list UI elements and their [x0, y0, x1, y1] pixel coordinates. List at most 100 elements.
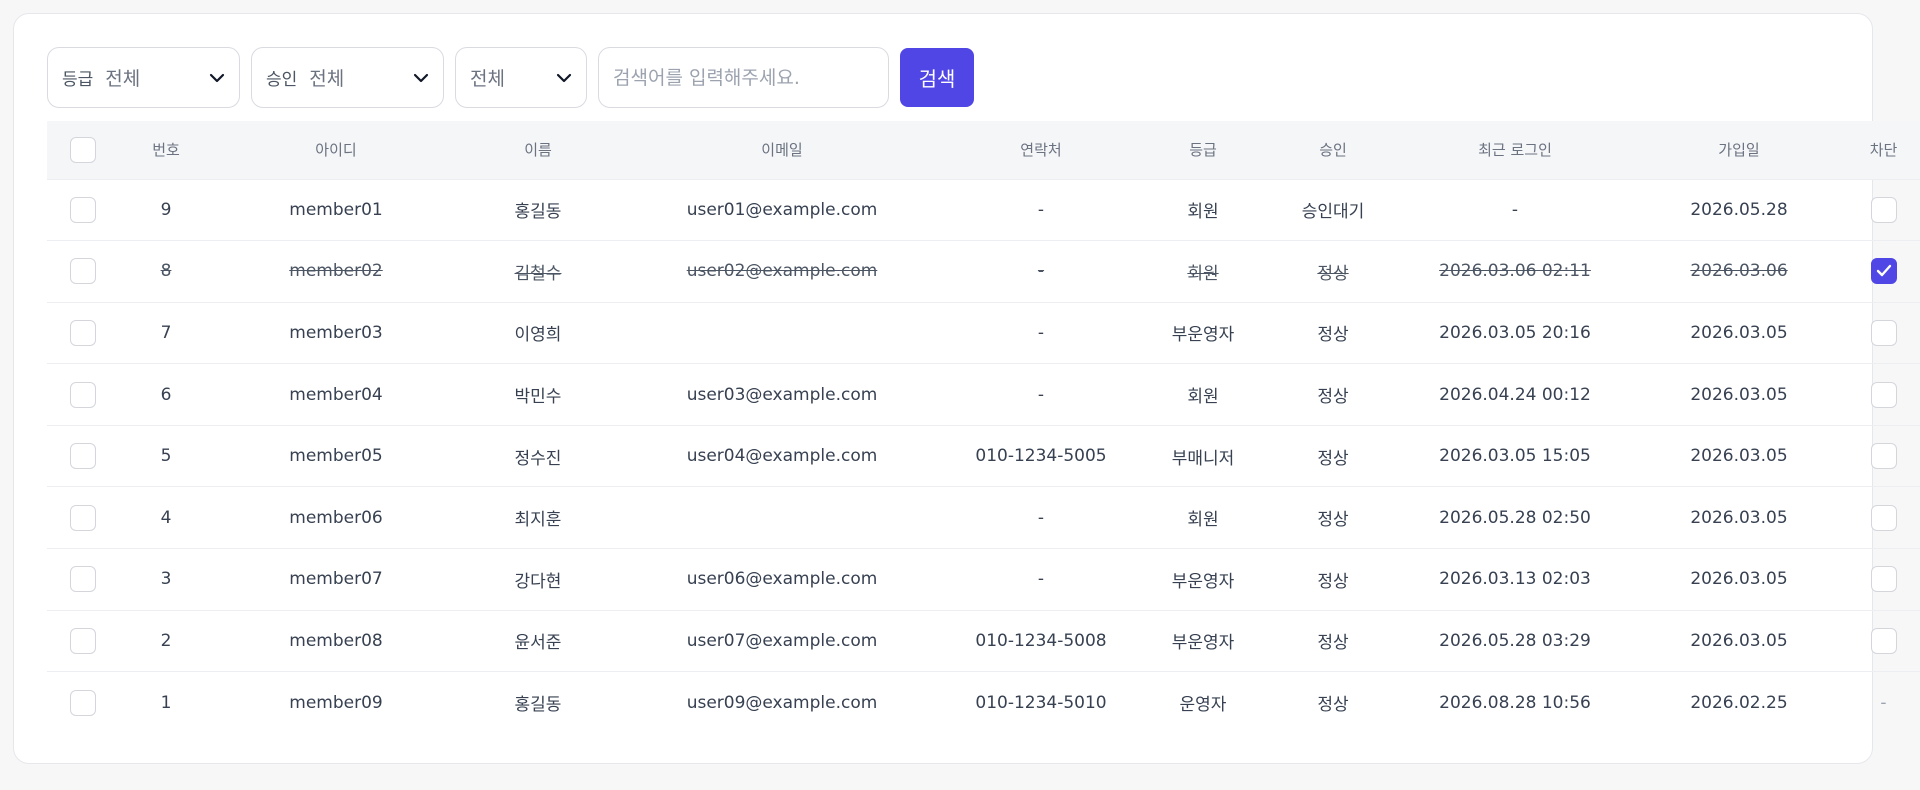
row-select-cell	[47, 179, 119, 242]
row-select-checkbox[interactable]	[70, 443, 96, 470]
cell-grade: 부매니저	[1135, 425, 1271, 488]
cell-last-login: 2026.03.13 02:03	[1395, 548, 1635, 611]
block-checkbox[interactable]	[1870, 258, 1897, 285]
cell-approval: 정상	[1271, 240, 1395, 303]
table-body: 9 member01 홍길동 user01@example.com - 회원 승인대기 -20…	[47, 179, 1920, 733]
cell-phone: -	[947, 363, 1135, 426]
table-row[interactable]: 8 member02 김철수 user02@example.com - 회원 정상 2026.…	[47, 240, 1920, 303]
select-all-checkbox[interactable]	[70, 136, 96, 163]
block-unavailable: -	[1880, 692, 1887, 713]
row-select-checkbox[interactable]	[70, 196, 96, 223]
cell-email: user06@example.com	[617, 548, 947, 611]
row-select-checkbox[interactable]	[70, 258, 96, 285]
cell-id: member07	[213, 548, 459, 611]
header-approval[interactable]: 승인	[1271, 121, 1395, 180]
row-select-cell	[47, 486, 119, 550]
header-name[interactable]: 이름	[459, 121, 617, 180]
header-email[interactable]: 이메일	[617, 121, 947, 180]
cell-approval: 정상	[1271, 548, 1395, 611]
member-table: 번호 아이디 이름 이메일 연락처 등급 승인 최근 로그인 가입일 차단 9m…	[47, 121, 1920, 733]
cell-phone: 010-1234-5008	[947, 610, 1135, 673]
block-checkbox[interactable]	[1870, 381, 1897, 408]
block-checkbox[interactable]	[1870, 196, 1897, 223]
cell-grade: 회원	[1135, 179, 1271, 242]
cell-block	[1843, 240, 1920, 303]
row-select-checkbox[interactable]	[70, 504, 96, 531]
cell-phone: -	[947, 548, 1135, 611]
block-checkbox[interactable]	[1870, 319, 1897, 346]
cell-email	[617, 486, 947, 550]
grade-select-label: 등급	[62, 70, 94, 90]
table-row[interactable]: 5 member05 정수진 user04@example.com 010-1234-5…	[47, 425, 1920, 488]
cell-phone: -	[947, 486, 1135, 550]
cell-email: user03@example.com	[617, 363, 947, 426]
check-icon	[1876, 265, 1891, 277]
table-row[interactable]: 3 member07 강다현 user06@example.com - 부운영자 정상 202…	[47, 548, 1920, 611]
row-select-checkbox[interactable]	[70, 319, 96, 346]
cell-joined: 2026.03.05	[1635, 486, 1843, 550]
table-row[interactable]: 9 member01 홍길동 user01@example.com - 회원 승인대기 -20…	[47, 179, 1920, 242]
table-row[interactable]: 4 member06 최지훈 - 회원 정상 2026.05.28 02:50 2026.03…	[47, 486, 1920, 550]
table-row[interactable]: 7 member03 이영희 - 부운영자 정상 2026.03.05 20:16 2026.…	[47, 302, 1920, 365]
header-last-login[interactable]: 최근 로그인	[1395, 121, 1635, 180]
cell-last-login: 2026.03.06 02:11	[1395, 240, 1635, 303]
cell-no: 1	[160, 692, 172, 713]
member-list-card: 등급 전체 승인 전체 전체 검색어를 입력해주세요. 검색 번호 아이디 이름…	[13, 13, 1920, 764]
cell-approval: 정상	[1317, 695, 1349, 716]
cell-email: user04@example.com	[617, 425, 947, 488]
cell-last-login: 2026.05.28 02:50	[1395, 486, 1635, 550]
cell-last-login: 2026.08.28 10:56	[1439, 692, 1591, 713]
cell-id: member04	[213, 363, 459, 426]
search-button[interactable]: 검색	[900, 48, 974, 107]
status-select[interactable]: 전체	[455, 47, 587, 108]
block-checkbox[interactable]	[1870, 443, 1897, 470]
cell-joined: 2026.03.06	[1635, 240, 1843, 303]
cell-joined: 2026.03.05	[1635, 548, 1843, 611]
header-block[interactable]: 차단	[1843, 121, 1920, 180]
cell-grade: 부운영자	[1135, 548, 1271, 611]
block-checkbox[interactable]	[1870, 504, 1897, 531]
row-select-checkbox[interactable]	[70, 566, 96, 593]
row-select-checkbox[interactable]	[70, 627, 96, 654]
row-select-cell	[47, 302, 119, 365]
cell-name: 홍길동	[514, 695, 562, 716]
row-select-checkbox[interactable]	[70, 689, 96, 716]
header-id[interactable]: 아이디	[213, 121, 459, 180]
cell-last-login: -	[1395, 179, 1635, 242]
row-select-cell	[47, 425, 119, 488]
row-select-cell	[47, 240, 119, 303]
header-phone[interactable]: 연락처	[947, 121, 1135, 180]
cell-phone: 010-1234-5010	[975, 692, 1107, 713]
filter-bar: 등급 전체 승인 전체 전체 검색	[47, 47, 974, 108]
cell-no: 6	[119, 363, 213, 426]
approval-select[interactable]: 승인 전체	[251, 47, 444, 108]
cell-no: 9	[119, 179, 213, 242]
cell-joined: 2026.03.05	[1635, 363, 1843, 426]
table-row[interactable]: 1 member09 홍길동 user09@example.com 010-1234-5…	[47, 672, 1920, 734]
cell-approval: 정상	[1271, 486, 1395, 550]
cell-last-login: 2026.03.05 20:16	[1395, 302, 1635, 365]
cell-phone: 010-1234-5005	[947, 425, 1135, 488]
grade-select[interactable]: 등급 전체	[47, 47, 240, 108]
header-grade[interactable]: 등급	[1135, 121, 1271, 180]
cell-id: member06	[213, 486, 459, 550]
header-joined[interactable]: 가입일	[1635, 121, 1843, 180]
header-no[interactable]: 번호	[119, 121, 213, 180]
cell-id: member09	[289, 692, 383, 713]
cell-no: 4	[119, 486, 213, 550]
search-input[interactable]	[598, 47, 889, 108]
table-row[interactable]: 2 member08 윤서준 user07@example.com 010-1234-5…	[47, 610, 1920, 673]
cell-approval: 정상	[1271, 302, 1395, 365]
cell-name: 이영희	[459, 302, 617, 365]
chevron-down-icon	[556, 70, 572, 86]
cell-grade: 회원	[1135, 486, 1271, 550]
cell-joined: 2026.03.05	[1635, 610, 1843, 673]
cell-id: member03	[213, 302, 459, 365]
table-row[interactable]: 6 member04 박민수 user03@example.com - 회원 정상 2026.…	[47, 363, 1920, 426]
block-checkbox[interactable]	[1870, 627, 1897, 654]
cell-phone: -	[947, 179, 1135, 242]
cell-name: 김철수	[459, 240, 617, 303]
cell-approval: 정상	[1271, 363, 1395, 426]
block-checkbox[interactable]	[1870, 566, 1897, 593]
row-select-checkbox[interactable]	[70, 381, 96, 408]
